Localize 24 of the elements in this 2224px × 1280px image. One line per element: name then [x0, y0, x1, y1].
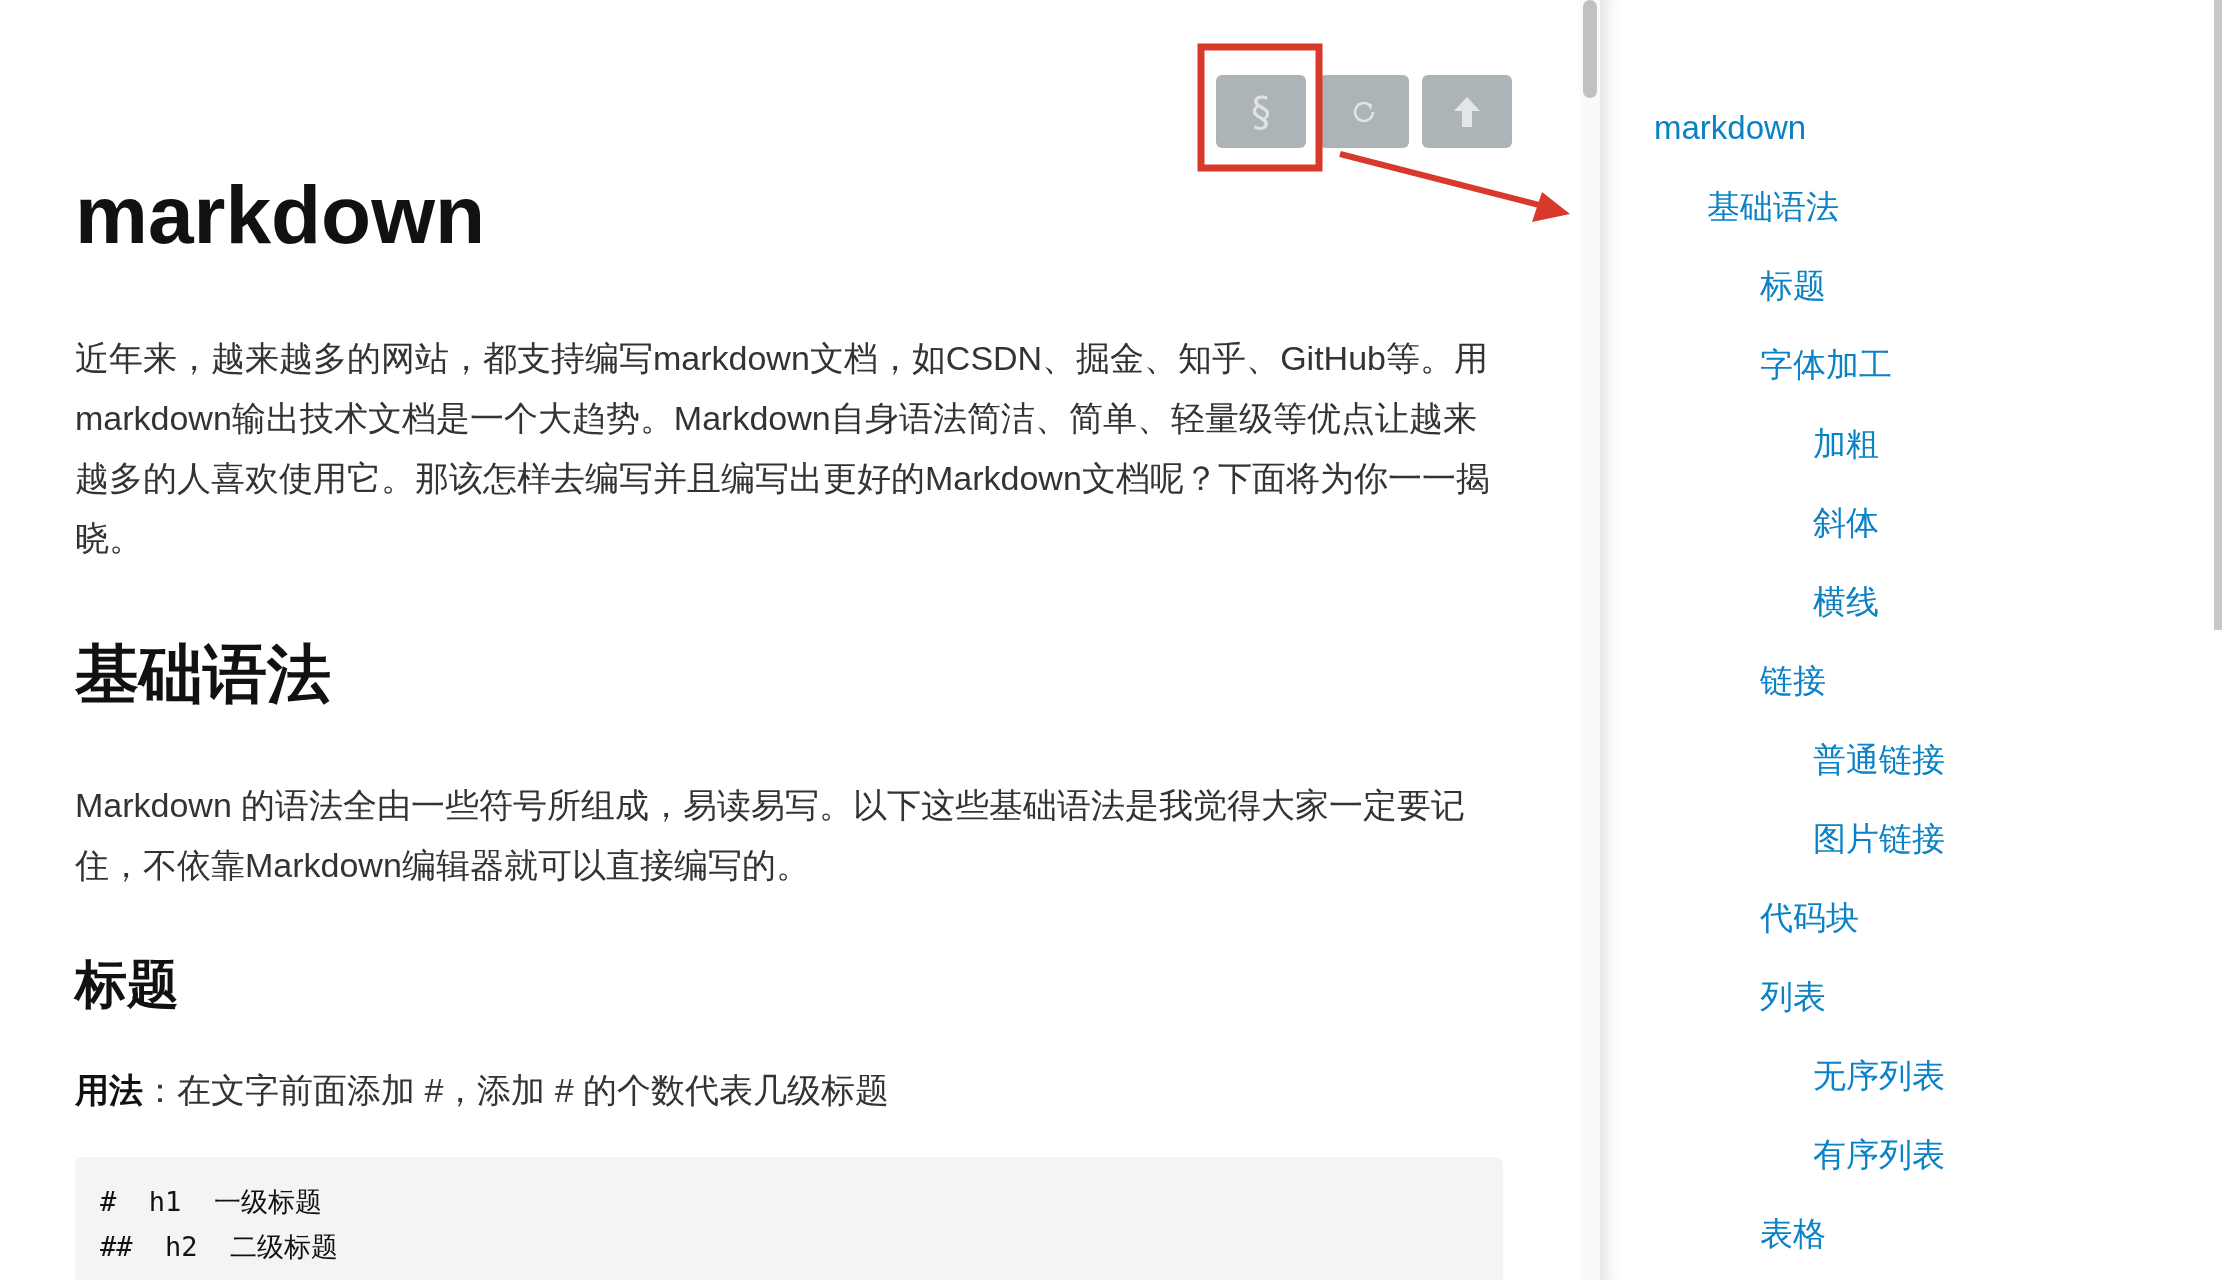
toc-link[interactable]: 横线 — [1600, 578, 1879, 626]
toc-link[interactable]: 普通链接 — [1600, 736, 1945, 784]
code-line: # h1 一级标题 — [100, 1185, 323, 1219]
toc-link[interactable]: 代码块 — [1600, 894, 1859, 942]
toc-link[interactable]: 加粗 — [1600, 420, 1879, 468]
intro-paragraph: 近年来，越来越多的网站，都支持编写markdown文档，如CSDN、掘金、知乎、GitHub等。用markdown输出技术文档是一个大趋势。Markdown自身语法简洁、简单、轻量级等优点让越来越多的人喜欢使用它。那该怎样去编写并且编写出更好的Markdown文档呢？下面将为你一一揭晓。 — [75, 338, 1491, 559]
section-heading: 基础语法 — [75, 637, 332, 712]
toc-link[interactable]: 无序列表 — [1600, 1052, 1945, 1100]
article-title: markdown — [75, 168, 486, 262]
toc-link[interactable]: markdown — [1600, 104, 1807, 152]
toc-link[interactable]: 基础语法 — [1600, 183, 1839, 231]
toc-link[interactable]: 字体加工 — [1600, 341, 1892, 389]
usage-text: 用法：在文字前面添加 #，添加 # 的个数代表几级标题 — [75, 1070, 891, 1111]
toc-link[interactable]: 链接 — [1600, 657, 1826, 705]
toc-link[interactable]: 图片链接 — [1600, 815, 1945, 863]
scroll-top-button[interactable] — [1422, 75, 1512, 148]
toc-link[interactable]: 列表 — [1600, 973, 1826, 1021]
toc-link[interactable]: 标题 — [1600, 262, 1826, 310]
subsection-heading: 标题 — [75, 954, 180, 1015]
toc-link[interactable]: 有序列表 — [1600, 1131, 1945, 1179]
toc-link[interactable]: 斜体 — [1600, 499, 1879, 547]
section-paragraph: Markdown 的语法全由一些符号所组成，易读易写。以下这些基础语法是我觉得大家一定要记住，不依靠Markdown编辑器就可以直接编写的。 — [75, 785, 1467, 886]
code-line: ## h2 二级标题 — [100, 1230, 340, 1264]
toc-link[interactable]: 表格 — [1600, 1210, 1826, 1258]
